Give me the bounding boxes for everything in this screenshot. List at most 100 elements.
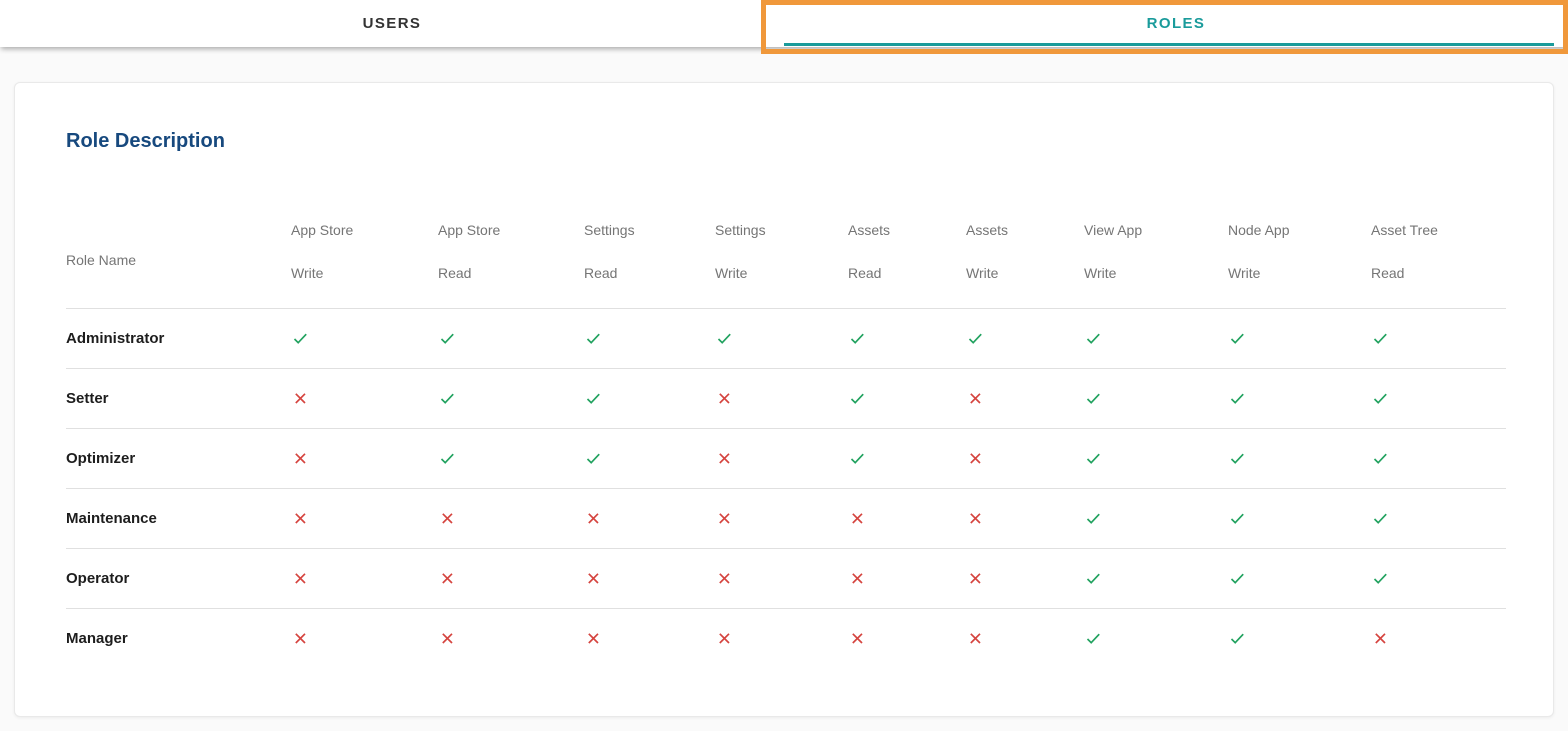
check-icon: [1371, 329, 1390, 348]
permission-cell: [1371, 608, 1506, 668]
permission-cell: [1084, 428, 1228, 488]
perm-action-label: Write: [966, 240, 1084, 283]
table-header: Role NameApp StoreWriteApp StoreRead Sett…: [66, 200, 1506, 308]
table-row: Administrator: [66, 308, 1506, 368]
permission-cell: [584, 608, 715, 668]
check-icon: [1371, 389, 1390, 408]
permission-cell: [966, 488, 1084, 548]
cross-icon: [584, 629, 603, 648]
perm-column-header: SettingsWrite: [715, 200, 848, 308]
permission-cell: [584, 548, 715, 608]
cross-icon: [966, 389, 985, 408]
check-icon: [1084, 629, 1103, 648]
cross-icon: [438, 509, 457, 528]
cross-icon: [848, 629, 867, 648]
permission-cell: [291, 488, 438, 548]
permission-cell: [1371, 368, 1506, 428]
cross-icon: [715, 629, 734, 648]
tab-roles-label: ROLES: [1147, 15, 1206, 32]
permission-cell: [966, 608, 1084, 668]
role-name-cell: Operator: [66, 548, 291, 608]
check-icon: [1228, 629, 1247, 648]
permission-cell: [291, 368, 438, 428]
check-icon: [1371, 449, 1390, 468]
tab-roles[interactable]: ROLES: [784, 0, 1568, 47]
perm-column-header: Asset TreeRead: [1371, 200, 1506, 308]
permission-cell: [715, 488, 848, 548]
permission-cell: [848, 608, 966, 668]
cross-icon: [715, 569, 734, 588]
table-row: Operator: [66, 548, 1506, 608]
perm-action-label: Write: [1084, 240, 1228, 283]
permission-cell: [848, 488, 966, 548]
check-icon: [438, 329, 457, 348]
role-name-header: Role Name: [66, 200, 291, 308]
permission-cell: [438, 428, 584, 488]
check-icon: [438, 449, 457, 468]
permission-cell: [715, 308, 848, 368]
permission-cell: [848, 308, 966, 368]
check-icon: [584, 449, 603, 468]
check-icon: [1371, 569, 1390, 588]
permission-cell: [848, 428, 966, 488]
cross-icon: [715, 509, 734, 528]
check-icon: [848, 329, 867, 348]
table-row: Setter: [66, 368, 1506, 428]
permission-cell: [715, 428, 848, 488]
permission-cell: [1371, 308, 1506, 368]
perm-group-label: Node App: [1228, 200, 1371, 240]
permission-cell: [966, 368, 1084, 428]
tab-users[interactable]: USERS: [0, 0, 784, 47]
permission-cell: [715, 368, 848, 428]
permission-cell: [1228, 308, 1371, 368]
role-name-cell: Optimizer: [66, 428, 291, 488]
role-name-cell: Maintenance: [66, 488, 291, 548]
perm-action-label: Read: [438, 240, 584, 283]
perm-action-label: Write: [1228, 240, 1371, 283]
cross-icon: [438, 629, 457, 648]
perm-group-label: Settings: [715, 200, 848, 240]
perm-column-header: AssetsRead: [848, 200, 966, 308]
permission-cell: [584, 428, 715, 488]
cross-icon: [715, 449, 734, 468]
cross-icon: [584, 509, 603, 528]
perm-column-header: App StoreWrite: [291, 200, 438, 308]
permission-cell: [438, 548, 584, 608]
permission-cell: [291, 308, 438, 368]
permission-cell: [1371, 428, 1506, 488]
permission-cell: [1084, 368, 1228, 428]
perm-column-header: App StoreRead: [438, 200, 584, 308]
cross-icon: [1371, 629, 1390, 648]
cross-icon: [848, 509, 867, 528]
perm-action-label: Write: [715, 240, 848, 283]
perm-action-label: Read: [584, 240, 715, 283]
role-name-cell: Setter: [66, 368, 291, 428]
perm-action-label: Write: [291, 240, 438, 283]
permission-cell: [1084, 608, 1228, 668]
check-icon: [1228, 569, 1247, 588]
permission-cell: [966, 308, 1084, 368]
cross-icon: [438, 569, 457, 588]
perm-group-label: Asset Tree: [1371, 200, 1506, 240]
permission-cell: [1084, 548, 1228, 608]
perm-group-label: Assets: [966, 200, 1084, 240]
permission-cell: [1228, 608, 1371, 668]
permission-cell: [1228, 548, 1371, 608]
table-body: AdministratorSetterOptimizerMaintenanceO…: [66, 308, 1506, 668]
table-row: Optimizer: [66, 428, 1506, 488]
active-tab-indicator: [784, 43, 1554, 46]
permission-cell: [1084, 488, 1228, 548]
tab-users-label: USERS: [363, 15, 422, 32]
table-row: Manager: [66, 608, 1506, 668]
permission-cell: [966, 428, 1084, 488]
cross-icon: [584, 569, 603, 588]
header-row: Role NameApp StoreWriteApp StoreRead Sett…: [66, 200, 1506, 308]
perm-column-header: View AppWrite: [1084, 200, 1228, 308]
permission-cell: [1228, 428, 1371, 488]
cross-icon: [966, 509, 985, 528]
perm-group-label: Assets: [848, 200, 966, 240]
check-icon: [1228, 449, 1247, 468]
perm-column-header: Node AppWrite: [1228, 200, 1371, 308]
permission-cell: [715, 548, 848, 608]
permission-cell: [438, 488, 584, 548]
